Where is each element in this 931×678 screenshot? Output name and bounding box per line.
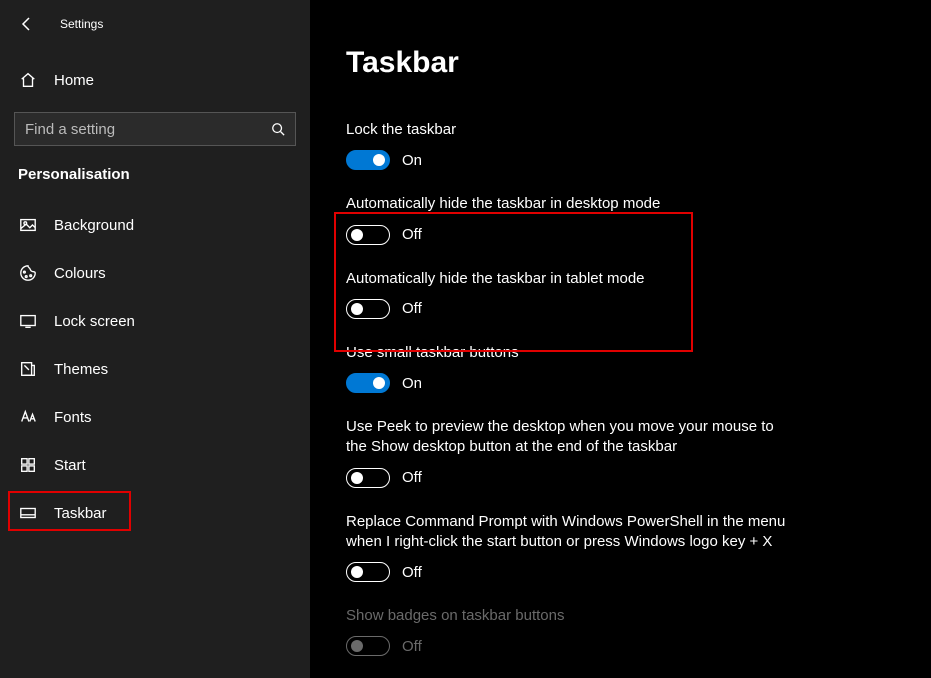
palette-icon bbox=[18, 263, 38, 283]
sidebar-item-home[interactable]: Home bbox=[0, 58, 310, 102]
picture-icon bbox=[18, 215, 38, 235]
home-icon bbox=[18, 70, 38, 90]
toggle-state: On bbox=[402, 152, 422, 169]
start-icon bbox=[18, 455, 38, 475]
toggle-peek[interactable] bbox=[346, 468, 390, 488]
toggle-state: Off bbox=[402, 300, 422, 317]
setting-badges: Show badges on taskbar buttons Off bbox=[346, 606, 796, 656]
sidebar-item-colours[interactable]: Colours bbox=[0, 249, 310, 297]
setting-autohide-tablet: Automatically hide the taskbar in tablet… bbox=[346, 269, 796, 319]
setting-label: Use small taskbar buttons bbox=[346, 343, 796, 363]
sidebar: Settings Home Personalisation Background… bbox=[0, 0, 310, 678]
setting-peek: Use Peek to preview the desktop when you… bbox=[346, 417, 796, 488]
setting-label: Use Peek to preview the desktop when you… bbox=[346, 417, 796, 458]
app-title: Settings bbox=[60, 17, 103, 31]
search-box[interactable] bbox=[14, 112, 296, 146]
page-title: Taskbar bbox=[346, 46, 891, 80]
setting-small-buttons: Use small taskbar buttons On bbox=[346, 343, 796, 393]
nav-label: Colours bbox=[54, 265, 106, 282]
category-header: Personalisation bbox=[0, 146, 310, 193]
setting-lock-taskbar: Lock the taskbar On bbox=[346, 120, 796, 170]
setting-replace-cmd: Replace Command Prompt with Windows Powe… bbox=[346, 512, 796, 583]
toggle-state: Off bbox=[402, 226, 422, 243]
nav-label: Start bbox=[54, 457, 86, 474]
toggle-replace-cmd[interactable] bbox=[346, 562, 390, 582]
nav-label: Taskbar bbox=[54, 505, 107, 522]
nav-label: Fonts bbox=[54, 409, 92, 426]
toggle-autohide-desktop[interactable] bbox=[346, 225, 390, 245]
lockscreen-icon bbox=[18, 311, 38, 331]
toggle-state: Off bbox=[402, 469, 422, 486]
titlebar: Settings bbox=[0, 4, 310, 44]
toggle-state: Off bbox=[402, 564, 422, 581]
toggle-autohide-tablet[interactable] bbox=[346, 299, 390, 319]
sidebar-item-fonts[interactable]: Fonts bbox=[0, 393, 310, 441]
main-content: Taskbar Lock the taskbar On Automaticall… bbox=[310, 0, 931, 678]
nav-list: Background Colours Lock screen Themes Fo bbox=[0, 201, 310, 537]
toggle-lock-taskbar[interactable] bbox=[346, 150, 390, 170]
toggle-state: On bbox=[402, 375, 422, 392]
taskbar-icon bbox=[18, 503, 38, 523]
sidebar-item-background[interactable]: Background bbox=[0, 201, 310, 249]
setting-label: Lock the taskbar bbox=[346, 120, 796, 140]
setting-autohide-desktop: Automatically hide the taskbar in deskto… bbox=[346, 194, 796, 244]
toggle-badges bbox=[346, 636, 390, 656]
setting-label: Replace Command Prompt with Windows Powe… bbox=[346, 512, 796, 553]
sidebar-item-themes[interactable]: Themes bbox=[0, 345, 310, 393]
sidebar-item-start[interactable]: Start bbox=[0, 441, 310, 489]
sidebar-item-taskbar[interactable]: Taskbar bbox=[0, 489, 310, 537]
back-icon[interactable] bbox=[18, 15, 36, 33]
sidebar-item-lockscreen[interactable]: Lock screen bbox=[0, 297, 310, 345]
search-icon bbox=[271, 122, 285, 136]
themes-icon bbox=[18, 359, 38, 379]
nav-label: Background bbox=[54, 217, 134, 234]
search-input[interactable] bbox=[25, 121, 271, 138]
toggle-small-buttons[interactable] bbox=[346, 373, 390, 393]
setting-label: Automatically hide the taskbar in tablet… bbox=[346, 269, 796, 289]
nav-label: Lock screen bbox=[54, 313, 135, 330]
fonts-icon bbox=[18, 407, 38, 427]
setting-label: Automatically hide the taskbar in deskto… bbox=[346, 194, 796, 214]
setting-label: Show badges on taskbar buttons bbox=[346, 606, 796, 626]
nav-label: Themes bbox=[54, 361, 108, 378]
home-label: Home bbox=[54, 72, 94, 89]
toggle-state: Off bbox=[402, 638, 422, 655]
